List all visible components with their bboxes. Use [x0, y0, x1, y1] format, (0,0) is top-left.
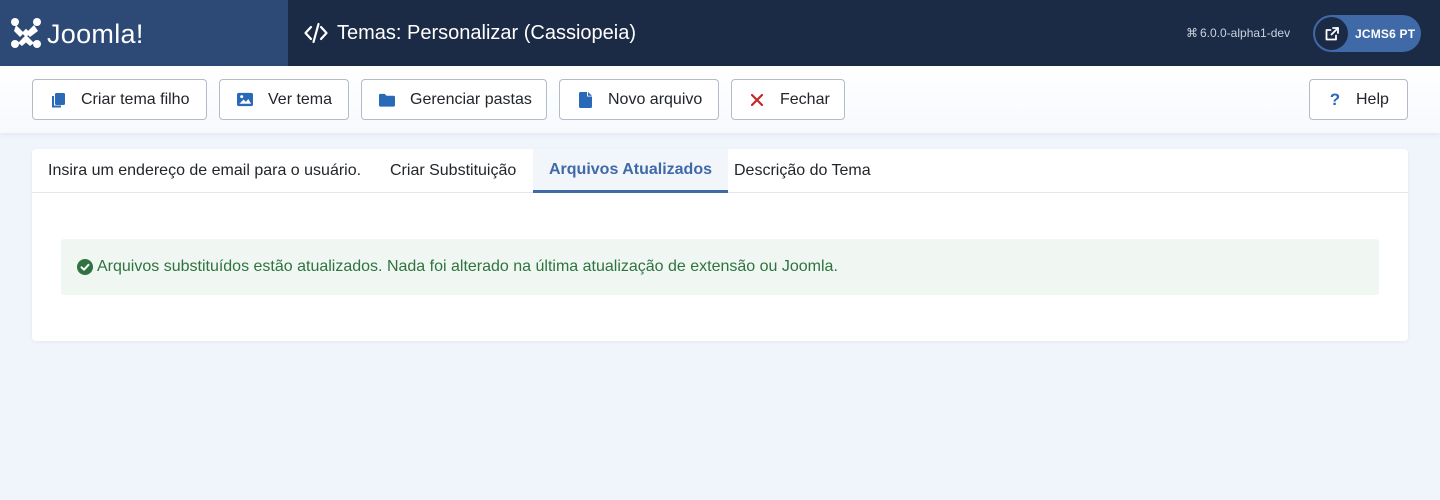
page-title-text: Temas: Personalizar (Cassiopeia): [337, 21, 637, 44]
create-child-template-button[interactable]: Criar tema filho: [32, 79, 207, 120]
new-file-button[interactable]: Novo arquivo: [559, 79, 719, 120]
template-card: Insira um endereço de email para o usuár…: [32, 149, 1408, 341]
site-button-label: JCMS6 PT: [1355, 26, 1416, 41]
logo-text: Joomla!: [47, 18, 144, 49]
joomla-logo-icon: [11, 18, 41, 48]
tab-template-description[interactable]: Descrição do Tema: [718, 149, 887, 193]
folder-icon: [379, 92, 395, 108]
copy-icon: [50, 92, 66, 108]
close-icon: [749, 92, 765, 108]
code-icon: [304, 22, 328, 44]
version-text: 6.0.0-alpha1-dev: [1200, 26, 1291, 40]
question-icon: ?: [1329, 89, 1341, 109]
page-title: Temas: Personalizar (Cassiopeia): [304, 0, 636, 66]
joomla-mini-icon: ⌘: [1186, 26, 1198, 40]
view-template-button[interactable]: Ver tema: [219, 79, 349, 120]
external-link-icon: [1315, 17, 1348, 50]
manage-folders-label: Gerenciar pastas: [410, 90, 532, 108]
view-site-button[interactable]: JCMS6 PT: [1313, 15, 1421, 52]
tab-updated-files[interactable]: Arquivos Atualizados: [533, 149, 728, 193]
file-icon: [577, 91, 593, 108]
close-button[interactable]: Fechar: [731, 79, 845, 120]
alert-message: Arquivos substituídos estão atualizados.…: [97, 258, 838, 275]
manage-folders-button[interactable]: Gerenciar pastas: [361, 79, 547, 120]
tab-editor[interactable]: Insira um endereço de email para o usuár…: [32, 149, 377, 193]
create-child-template-label: Criar tema filho: [81, 90, 190, 108]
tab-create-overrides[interactable]: Criar Substituição: [374, 149, 532, 193]
joomla-logo[interactable]: Joomla!: [0, 0, 288, 66]
help-label: Help: [1356, 90, 1389, 108]
version-info: ⌘ 6.0.0-alpha1-dev: [1186, 0, 1290, 66]
image-icon: [237, 92, 253, 108]
close-label: Fechar: [780, 90, 830, 108]
check-circle-icon: [77, 259, 93, 275]
toolbar: Criar tema filho Ver tema Gerenciar past…: [0, 66, 1440, 133]
tab-list: Insira um endereço de email para o usuár…: [32, 149, 1408, 193]
view-template-label: Ver tema: [268, 90, 333, 108]
help-button[interactable]: ? Help: [1309, 79, 1408, 120]
success-alert: Arquivos substituídos estão atualizados.…: [61, 239, 1379, 295]
header: Joomla! Temas: Personalizar (Cassiopeia)…: [0, 0, 1440, 66]
new-file-label: Novo arquivo: [608, 90, 703, 108]
